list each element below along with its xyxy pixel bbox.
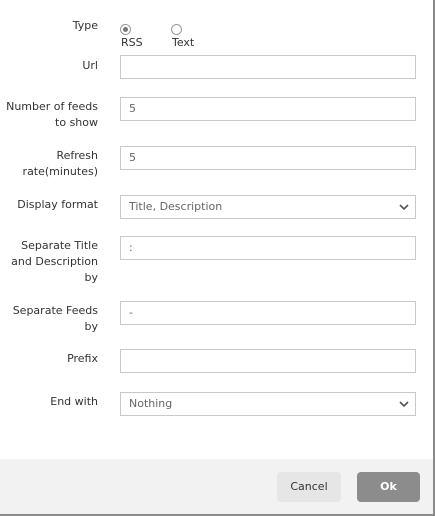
separate-feeds-label-line2: by xyxy=(84,320,99,333)
separate-title-label-line1: Separate Title xyxy=(21,239,98,252)
display-format-select[interactable]: Title, Description xyxy=(120,195,416,219)
separate-feeds-label-line1: Separate Feeds xyxy=(12,304,98,317)
separate-title-input[interactable]: : xyxy=(120,236,416,260)
separate-feeds-input[interactable]: - xyxy=(120,301,416,325)
separate-title-label: Separate Title and Description by xyxy=(0,238,98,286)
dialog-footer: Cancel Ok xyxy=(0,459,433,514)
prefix-label: Prefix xyxy=(67,352,98,365)
refresh-rate-label-line1: Refresh xyxy=(56,149,98,162)
refresh-rate-label: Refresh rate(minutes) xyxy=(0,148,98,180)
feeds-count-input[interactable]: 5 xyxy=(120,97,416,121)
prefix-input[interactable] xyxy=(120,349,416,373)
separate-feeds-label: Separate Feeds by xyxy=(0,303,98,335)
url-input[interactable] xyxy=(120,55,416,79)
radio-text-label: Text xyxy=(172,35,195,49)
url-label: Url xyxy=(82,59,98,72)
chevron-down-icon[interactable] xyxy=(399,203,409,211)
rss-settings-dialog: Type RSS Text Url Number of feeds to sho… xyxy=(0,0,435,516)
refresh-rate-input[interactable]: 5 xyxy=(120,146,416,170)
feeds-count-label-line1: Number of feeds xyxy=(6,100,98,113)
ok-button[interactable]: Ok xyxy=(357,472,420,502)
display-format-value: Title, Description xyxy=(129,200,223,213)
radio-rss-indicator[interactable] xyxy=(120,23,131,35)
cancel-button[interactable]: Cancel xyxy=(277,472,341,502)
radio-rss-label: RSS xyxy=(121,35,143,49)
end-with-value: Nothing xyxy=(129,397,173,410)
display-format-label: Display format xyxy=(17,198,98,211)
end-with-select[interactable]: Nothing xyxy=(120,392,416,416)
feeds-count-label-line2: to show xyxy=(55,116,98,129)
chevron-down-icon[interactable] xyxy=(399,400,409,408)
radio-text-indicator[interactable] xyxy=(171,23,182,35)
separate-title-label-line3: by xyxy=(84,271,99,284)
type-label: Type xyxy=(72,19,98,32)
feeds-count-label: Number of feeds to show xyxy=(0,99,98,131)
refresh-rate-label-line2: rate(minutes) xyxy=(22,165,98,178)
separate-title-label-line2: and Description xyxy=(11,255,98,268)
radio-text[interactable]: Text xyxy=(171,22,194,49)
radio-rss[interactable]: RSS xyxy=(120,22,143,49)
end-with-label: End with xyxy=(50,395,98,408)
